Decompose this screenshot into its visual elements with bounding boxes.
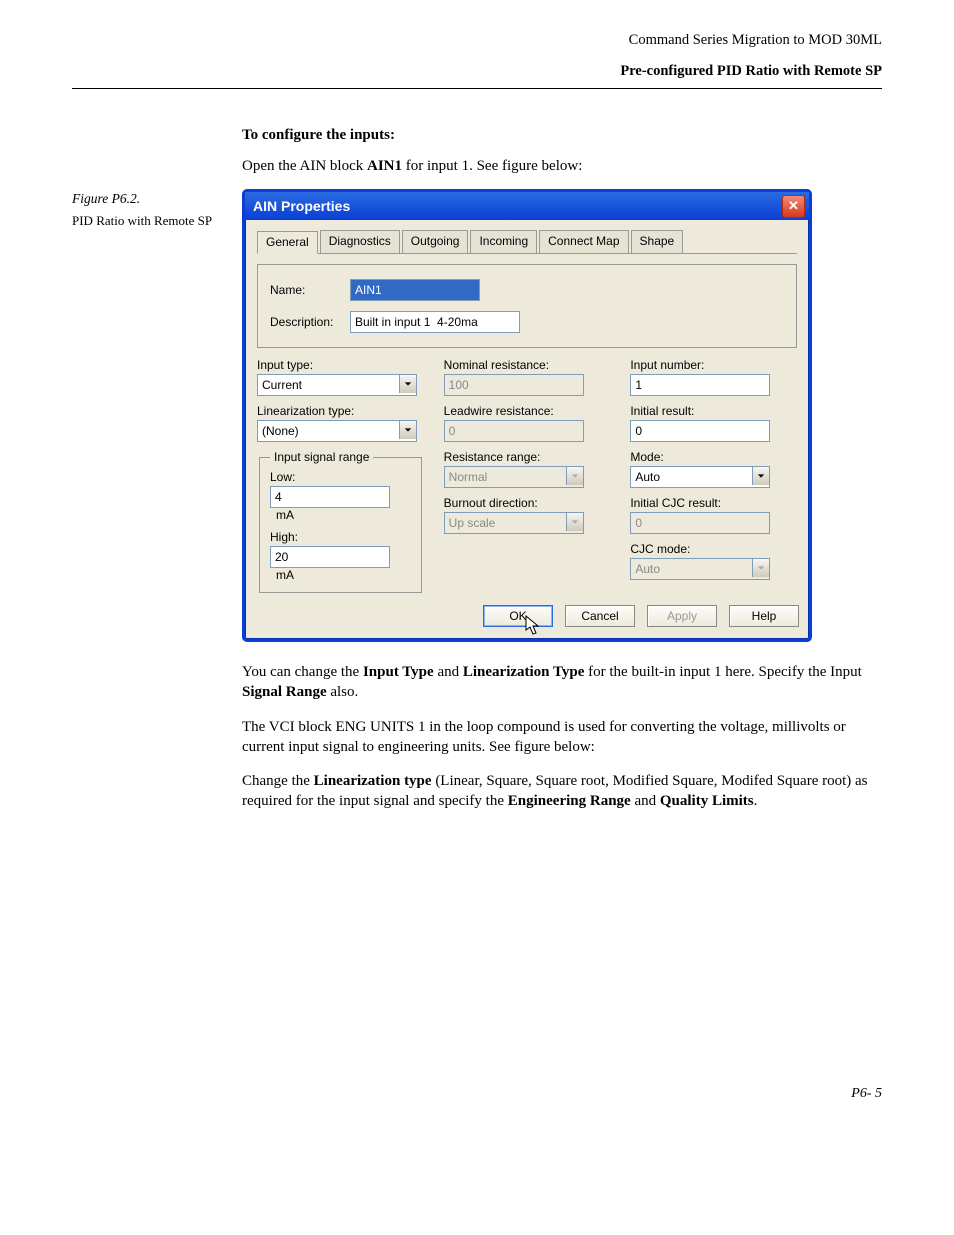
range-high-input[interactable] — [270, 546, 390, 568]
name-label: Name: — [270, 283, 350, 297]
initial-result-label: Initial result: — [630, 404, 797, 418]
resistance-range-select — [444, 466, 584, 488]
input-signal-range-group: Input signal range Low: mA High: mA — [259, 450, 422, 593]
text: . — [754, 793, 758, 809]
intro-open: Open the AIN block AIN1 for input 1. See… — [242, 158, 882, 175]
tab-general[interactable]: General — [257, 231, 318, 254]
page-number: P6- 5 — [72, 1086, 882, 1102]
intro-open-pre: Open the AIN block — [242, 158, 367, 174]
cjc-mode-label: CJC mode: — [630, 542, 797, 556]
text-bold: Linearization type — [314, 773, 432, 789]
text: for the built-in input 1 here. Specify t… — [584, 664, 861, 680]
initial-cjc-result-input — [630, 512, 770, 534]
ok-button[interactable]: OK — [483, 605, 553, 627]
input-number-input[interactable] — [630, 374, 770, 396]
cancel-button[interactable]: Cancel — [565, 605, 635, 627]
figure-sidenote: Figure P6.2. PID Ratio with Remote SP — [72, 191, 222, 229]
text-bold: Linearization Type — [463, 664, 585, 680]
tab-shape[interactable]: Shape — [631, 230, 684, 253]
range-low-input[interactable] — [270, 486, 390, 508]
text-bold: Signal Range — [242, 684, 327, 700]
linearization-type-label: Linearization type: — [257, 404, 424, 418]
text: Change the — [242, 773, 314, 789]
text: and — [631, 793, 660, 809]
burnout-direction-select — [444, 512, 584, 534]
leadwire-resistance-input — [444, 420, 584, 442]
text: The VCI block ENG UNITS 1 in the loop co… — [242, 717, 882, 758]
col-input: Input type: Linearization type: — [257, 358, 424, 593]
tab-diagnostics[interactable]: Diagnostics — [320, 230, 400, 253]
text-bold: Quality Limits — [660, 793, 754, 809]
tab-connect-map[interactable]: Connect Map — [539, 230, 628, 253]
input-number-label: Input number: — [630, 358, 797, 372]
ain-properties-dialog: AIN Properties ✕ General Diagnostics Out… — [242, 189, 812, 642]
header-top: Command Series Migration to MOD 30ML — [72, 32, 882, 49]
tab-outgoing[interactable]: Outgoing — [402, 230, 469, 253]
name-desc-group: Name: Description: — [257, 264, 797, 348]
intro-open-post: for input 1. See figure below: — [402, 158, 582, 174]
tab-strip: General Diagnostics Outgoing Incoming Co… — [257, 230, 797, 254]
figure-caption: PID Ratio with Remote SP — [72, 213, 222, 229]
text: also. — [327, 684, 359, 700]
input-signal-range-legend: Input signal range — [270, 450, 373, 464]
range-high-unit: mA — [276, 568, 294, 582]
close-icon: ✕ — [788, 198, 799, 214]
text-bold: Input Type — [363, 664, 434, 680]
close-button[interactable]: ✕ — [782, 195, 805, 218]
initial-result-input[interactable] — [630, 420, 770, 442]
dialog-titlebar[interactable]: AIN Properties ✕ — [245, 192, 809, 220]
input-type-label: Input type: — [257, 358, 424, 372]
range-low-label: Low: — [270, 470, 411, 484]
mode-label: Mode: — [630, 450, 797, 464]
range-low-unit: mA — [276, 508, 294, 522]
text: You can change the — [242, 664, 363, 680]
mode-select[interactable] — [630, 466, 770, 488]
text: and — [434, 664, 463, 680]
description-input[interactable] — [350, 311, 520, 333]
description-label: Description: — [270, 315, 350, 329]
resistance-range-label: Resistance range: — [444, 450, 611, 464]
dialog-button-bar: OK Cancel Apply Help — [245, 597, 809, 639]
leadwire-resistance-label: Leadwire resistance: — [444, 404, 611, 418]
input-type-select[interactable] — [257, 374, 417, 396]
help-button[interactable]: Help — [729, 605, 799, 627]
initial-cjc-result-label: Initial CJC result: — [630, 496, 797, 510]
burnout-direction-label: Burnout direction: — [444, 496, 611, 510]
col-resistance: Nominal resistance: Leadwire resistance:… — [444, 358, 611, 593]
header-rule — [72, 88, 882, 89]
cjc-mode-select — [630, 558, 770, 580]
nominal-resistance-input — [444, 374, 584, 396]
name-input[interactable] — [350, 279, 480, 301]
range-high-label: High: — [270, 530, 411, 544]
nominal-resistance-label: Nominal resistance: — [444, 358, 611, 372]
after-dialog-text: You can change the Input Type and Linear… — [242, 662, 882, 812]
figure-label: Figure P6.2. — [72, 191, 222, 207]
apply-button: Apply — [647, 605, 717, 627]
header-sub: Pre-configured PID Ratio with Remote SP — [72, 63, 882, 80]
intro-open-bold: AIN1 — [367, 158, 402, 174]
text-bold: Engineering Range — [508, 793, 631, 809]
tab-incoming[interactable]: Incoming — [470, 230, 537, 253]
intro-heading: To configure the inputs: — [242, 127, 882, 144]
linearization-type-select[interactable] — [257, 420, 417, 442]
col-misc: Input number: Initial result: Mode: — [630, 358, 797, 593]
dialog-title-text: AIN Properties — [253, 198, 350, 214]
